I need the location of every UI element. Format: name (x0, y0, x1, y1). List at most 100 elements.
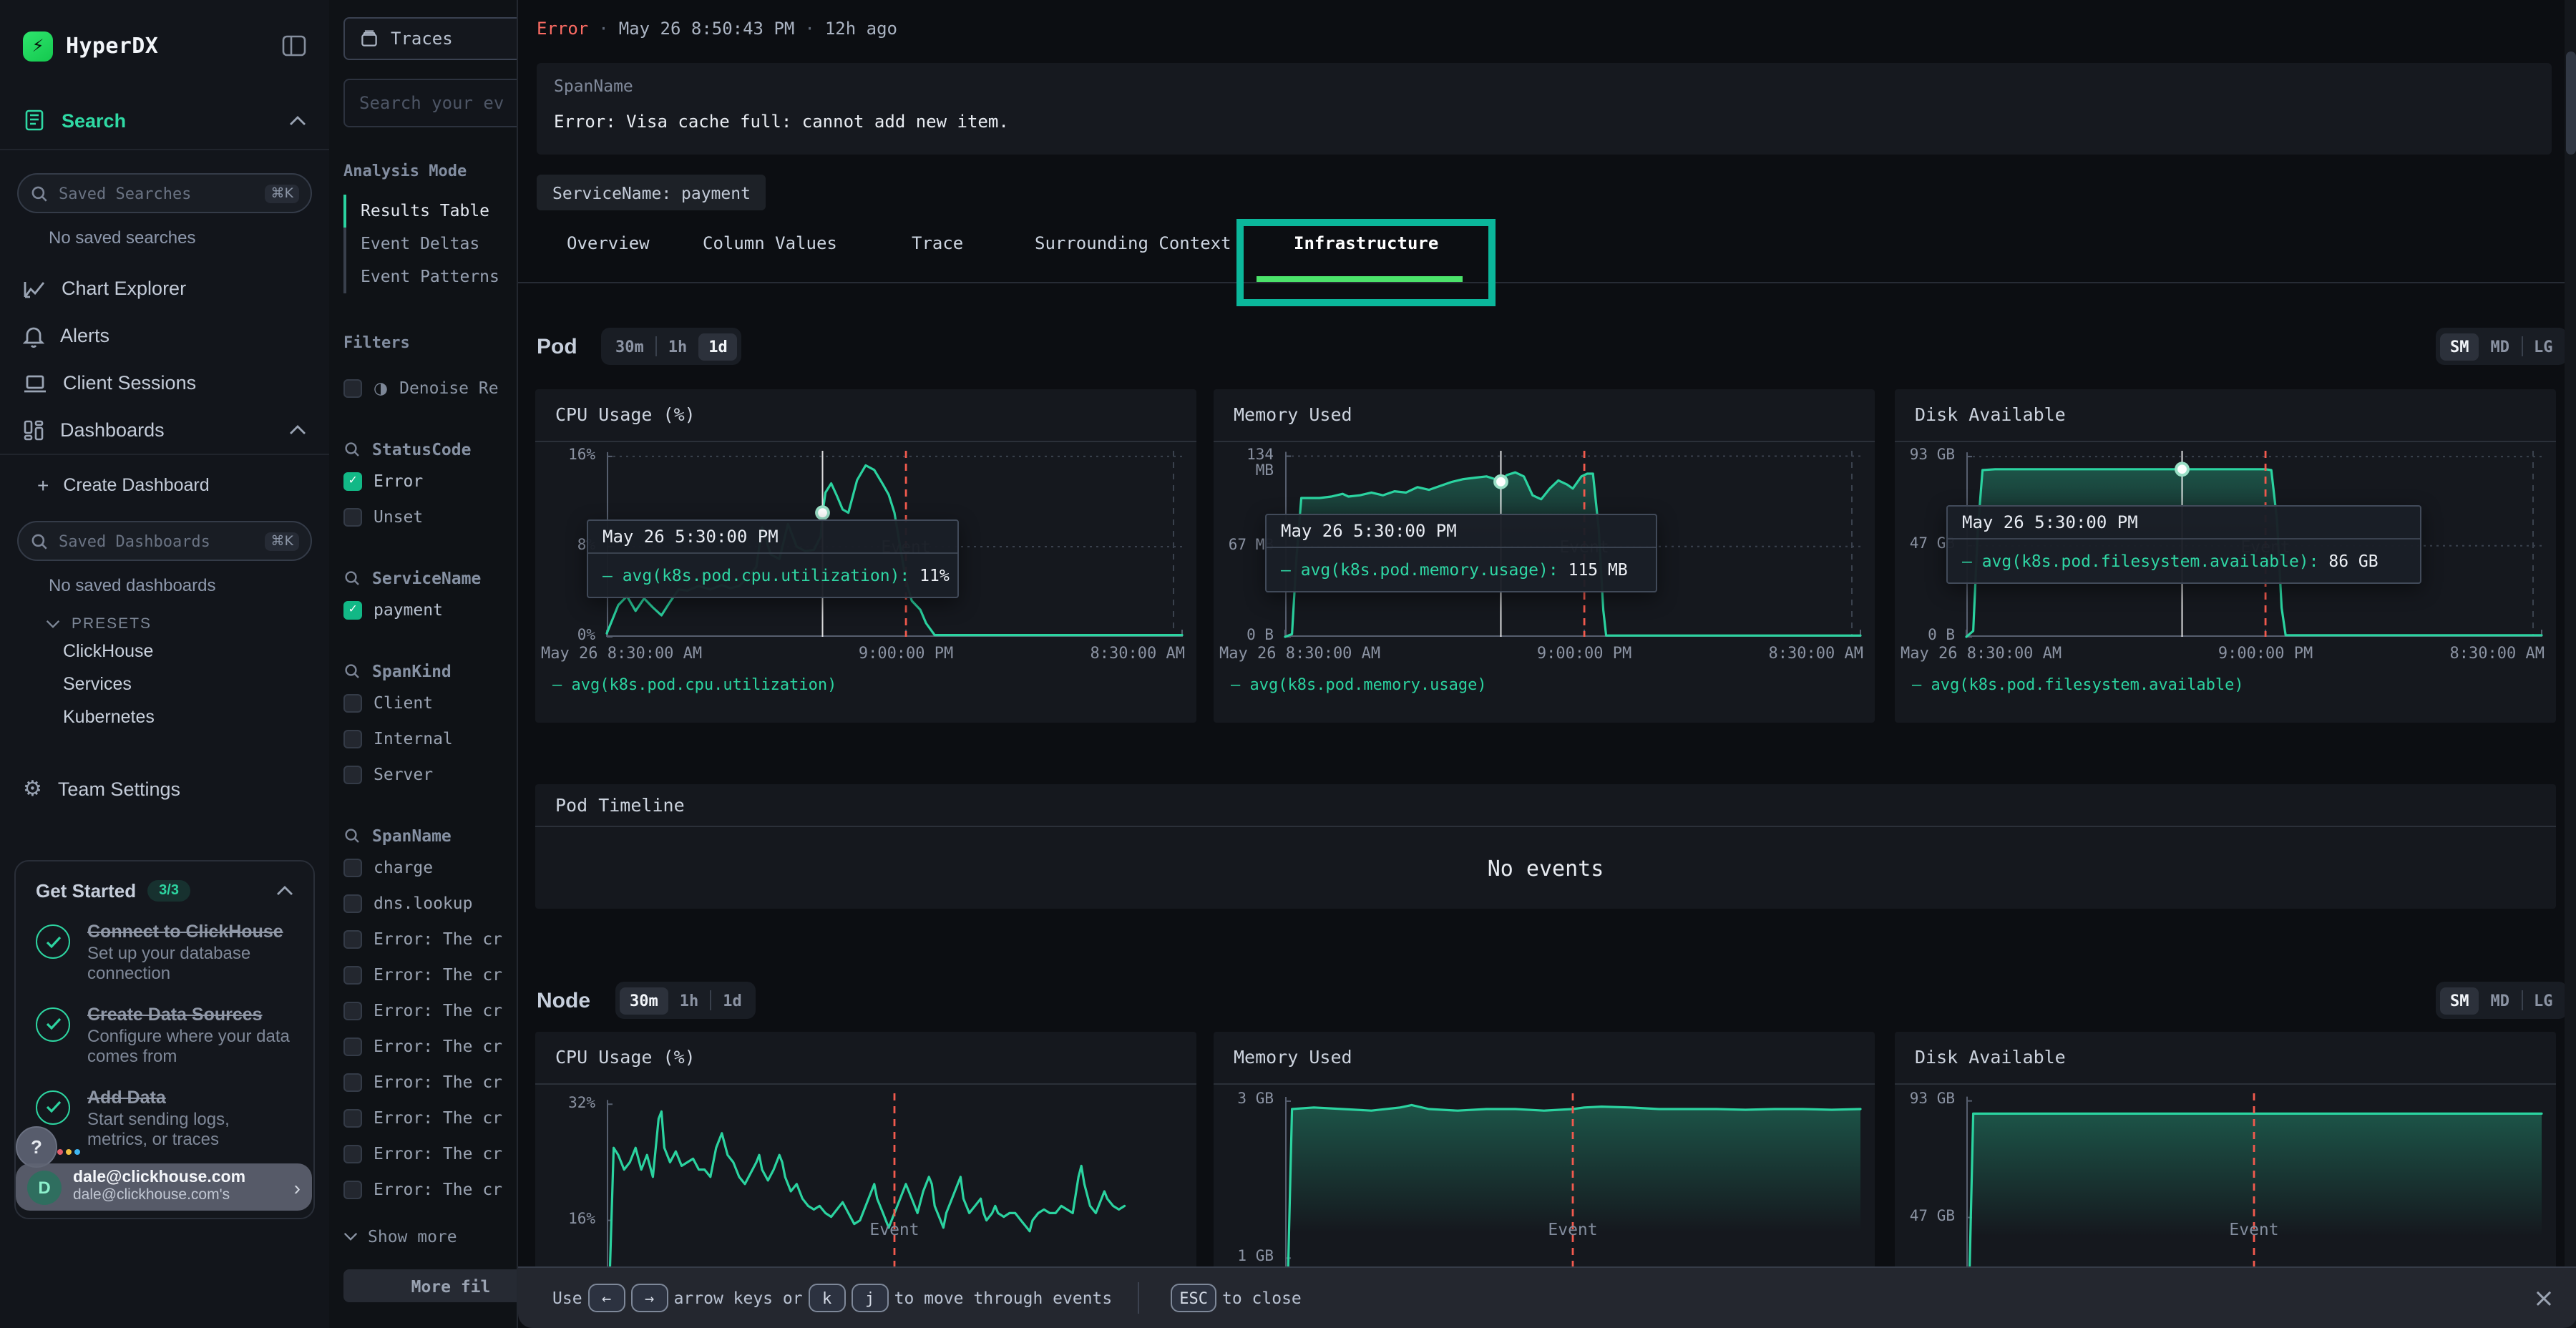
pod-range-30m[interactable]: 30m (605, 333, 654, 360)
sidebar-item-alerts[interactable]: Alerts (0, 312, 329, 359)
help-button[interactable]: ? (16, 1126, 57, 1168)
filter-option-error[interactable]: ✓ Error (343, 467, 517, 495)
brand[interactable]: ⚡ HyperDX (23, 31, 158, 61)
tab-overview[interactable]: Overview (567, 233, 650, 253)
pod-range-1d[interactable]: 1d (698, 333, 738, 360)
footer-close-text: to close (1222, 1288, 1302, 1308)
checkbox-icon (343, 965, 362, 984)
search-icon[interactable] (343, 663, 361, 680)
mode-event-deltas[interactable]: Event Deltas (343, 228, 517, 260)
denoise-checkbox[interactable]: ◑ Denoise Re (343, 374, 517, 402)
pod-cpu-chart[interactable]: 16%8%0%EventMay 26 8:30:00 AM9:00:00 PM8… (535, 442, 1196, 723)
scrollbar-thumb[interactable] (2566, 52, 2576, 155)
ytick: 134 MB (1214, 448, 1274, 479)
get-started-progress-badge: 3/3 (147, 880, 190, 902)
filter-option-error-span[interactable]: Error: The cr (343, 1032, 517, 1060)
filter-option-error-span[interactable]: Error: The cr (343, 960, 517, 989)
tab-trace[interactable]: Trace (912, 233, 963, 253)
mode-results-table[interactable]: Results Table (343, 195, 517, 228)
checkbox-icon (343, 507, 362, 526)
pod-size-sm[interactable]: SM (2440, 333, 2479, 360)
source-select[interactable]: Traces (343, 17, 517, 60)
brand-name: HyperDX (66, 33, 158, 59)
sidebar-collapse-icon[interactable] (282, 34, 306, 57)
saved-searches-input[interactable]: Saved Searches ⌘K (17, 173, 312, 213)
chevron-up-icon[interactable] (289, 425, 306, 435)
filter-option-label: Internal (374, 728, 453, 748)
checkbox-checked-icon: ✓ (343, 600, 362, 619)
node-range-control: 30m 1h 1d (615, 982, 756, 1019)
span-error-message: Error: Visa cache full: cannot add new i… (554, 112, 2534, 132)
show-more-toggle[interactable]: Show more (343, 1226, 517, 1246)
preset-kubernetes[interactable]: Kubernetes (63, 707, 329, 731)
ytick: 16% (535, 1212, 595, 1228)
node-size-lg[interactable]: LG (2524, 987, 2563, 1014)
filter-option-error-span[interactable]: Error: The cr (343, 1139, 517, 1168)
filter-option-error-span[interactable]: Error: The cr (343, 1068, 517, 1096)
sidebar-item-team-settings[interactable]: ⚙ Team Settings (0, 768, 329, 809)
tab-column-values[interactable]: Column Values (703, 233, 837, 253)
sidebar-item-search[interactable]: Search (0, 92, 329, 150)
node-range-30m[interactable]: 30m (620, 987, 668, 1014)
sidebar-item-client-sessions[interactable]: Client Sessions (0, 359, 329, 406)
sidebar-item-chart-explorer[interactable]: Chart Explorer (0, 265, 329, 312)
filter-option-label: Error: The cr (374, 1143, 502, 1163)
xtick: 8:30:00 AM (2450, 644, 2545, 663)
pod-range-1h[interactable]: 1h (658, 333, 698, 360)
filter-option-error-span[interactable]: Error: The cr (343, 924, 517, 953)
filter-option-error-span[interactable]: Error: The cr (343, 1175, 517, 1204)
node-range-1h[interactable]: 1h (670, 987, 709, 1014)
pod-memory-chart[interactable]: 134 MB67 MB0 BEventMay 26 8:30:00 AM9:00… (1214, 442, 1875, 723)
tab-infrastructure[interactable]: Infrastructure (1294, 233, 1438, 253)
pod-disk-chart[interactable]: 93 GB47 GB0 BEventMay 26 8:30:00 AM9:00:… (1895, 442, 2556, 723)
tab-surrounding-context[interactable]: Surrounding Context (1035, 233, 1231, 253)
node-size-md[interactable]: MD (2481, 987, 2520, 1014)
chevron-up-icon[interactable] (276, 886, 293, 896)
pod-size-lg[interactable]: LG (2524, 333, 2563, 360)
event-header: Error·May 26 8:50:43 PM·12h ago (537, 19, 897, 39)
saved-searches-placeholder: Saved Searches (59, 184, 255, 202)
search-icon[interactable] (343, 827, 361, 844)
filter-option-unset[interactable]: Unset (343, 502, 517, 531)
source-select-value: Traces (391, 29, 453, 49)
chevron-up-icon[interactable] (289, 115, 306, 125)
sidebar: ⚡ HyperDX Search Saved Searches ⌘K No sa… (0, 0, 331, 1328)
filter-option-payment[interactable]: ✓ payment (343, 595, 517, 624)
checkbox-icon (343, 1108, 362, 1127)
close-icon[interactable]: × (2533, 1283, 2555, 1313)
node-range-1d[interactable]: 1d (713, 987, 752, 1014)
create-dashboard-button[interactable]: + Create Dashboard (0, 464, 329, 507)
footer-move-text: to move through events (894, 1288, 1113, 1308)
sidebar-item-dashboards[interactable]: Dashboards (0, 406, 329, 455)
get-started-item[interactable]: Connect to ClickHouse Set up your databa… (36, 922, 293, 985)
filter-option-dns-lookup[interactable]: dns.lookup (343, 889, 517, 917)
filters-label: Filters (343, 333, 517, 352)
filter-option-client[interactable]: Client (343, 688, 517, 717)
get-started-item[interactable]: Create Data Sources Configure where your… (36, 1005, 293, 1068)
filter-option-server[interactable]: Server (343, 760, 517, 788)
user-menu[interactable]: D dale@clickhouse.com dale@clickhouse.co… (16, 1163, 312, 1211)
pod-size-md[interactable]: MD (2481, 333, 2520, 360)
filter-option-label: Error: The cr (374, 1072, 502, 1092)
event-search-input[interactable]: Search your ev (343, 79, 517, 127)
saved-dashboards-input[interactable]: Saved Dashboards ⌘K (17, 521, 312, 561)
key-arrow-right: → (631, 1284, 668, 1312)
check-circle-icon (36, 1090, 70, 1125)
pod-disk-chart-card: Disk Available 93 GB47 GB0 BEventMay 26 … (1895, 389, 2556, 723)
more-filters-button[interactable]: More fil (343, 1269, 517, 1302)
filter-option-error-span[interactable]: Error: The cr (343, 1103, 517, 1132)
filter-option-error-span[interactable]: Error: The cr (343, 996, 517, 1025)
user-email: dale@clickhouse.com (73, 1170, 245, 1188)
node-size-sm[interactable]: SM (2440, 987, 2479, 1014)
presets-toggle[interactable]: PRESETS (46, 615, 329, 633)
search-icon[interactable] (343, 570, 361, 587)
search-icon[interactable] (343, 441, 361, 458)
preset-services[interactable]: Services (63, 674, 329, 698)
service-name-tag[interactable]: ServiceName: payment (537, 175, 766, 210)
drawer-footer: Use ← → arrow keys or k j to move throug… (518, 1266, 2576, 1328)
get-started-item[interactable]: Add Data Start sending logs, metrics, or… (36, 1088, 293, 1151)
mode-event-patterns[interactable]: Event Patterns (343, 260, 517, 293)
preset-clickhouse[interactable]: ClickHouse (63, 641, 329, 665)
filter-option-internal[interactable]: Internal (343, 724, 517, 753)
filter-option-charge[interactable]: charge (343, 853, 517, 882)
